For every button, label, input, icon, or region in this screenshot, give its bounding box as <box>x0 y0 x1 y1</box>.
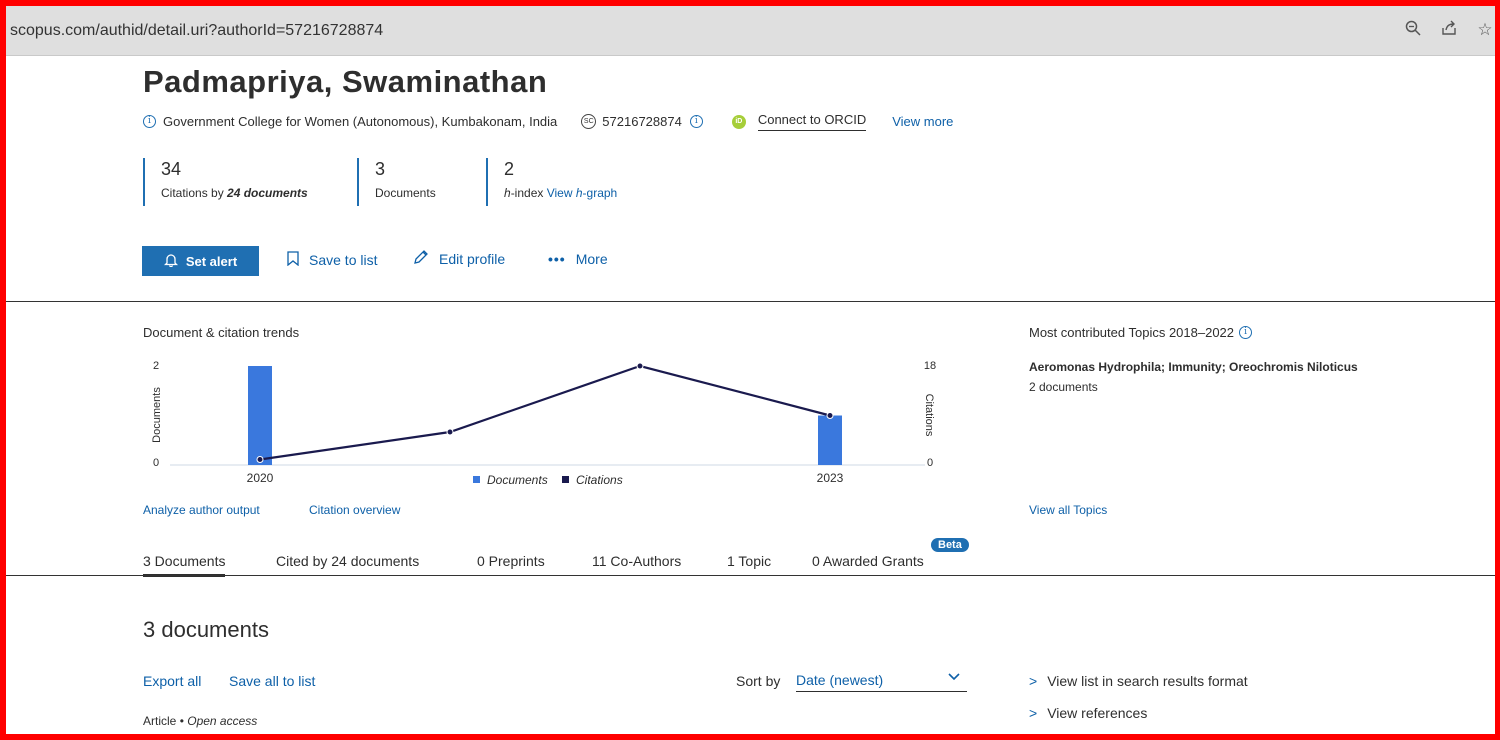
sort-select-value: Date (newest) <box>796 672 884 688</box>
y-axis-label: Documents <box>151 387 163 443</box>
document-type: Article <box>143 714 177 728</box>
metric-documents[interactable]: 3 Documents <box>357 158 436 206</box>
beta-badge: Beta <box>931 538 969 552</box>
metric-citations[interactable]: 34 Citations by 24 documents <box>143 158 308 206</box>
chevron-right-icon: > <box>1029 705 1038 721</box>
info-icon[interactable]: i <box>143 115 156 128</box>
h-index-value: 2 <box>504 159 515 179</box>
citations-point-2020[interactable] <box>256 456 264 463</box>
sort-select[interactable]: Date (newest) <box>796 672 967 692</box>
export-all-link[interactable]: Export all <box>143 673 201 689</box>
citations-point-2022[interactable] <box>636 362 644 370</box>
sort-by-label: Sort by <box>736 673 781 689</box>
tabs-divider <box>6 575 1495 576</box>
legend-citations-swatch <box>562 476 569 483</box>
h-index-label: h-index View h-graph <box>504 186 618 200</box>
citation-overview-link[interactable]: Citation overview <box>309 503 400 517</box>
view-references-label: View references <box>1047 705 1148 721</box>
documents-heading: 3 documents <box>143 617 269 642</box>
trend-chart: 2020 2023 2 0 18 0 Documents Citations Do… <box>151 360 936 487</box>
zoom-icon[interactable] <box>1403 20 1423 41</box>
y2-tick-top: 18 <box>924 360 936 372</box>
address-bar[interactable]: scopus.com/authid/detail.uri?authorId=57… <box>6 6 1495 56</box>
bookmark-icon <box>287 251 299 269</box>
documents-label: Documents <box>375 186 436 200</box>
metric-h-index: 2 h-index View h-graph <box>486 158 617 206</box>
url-text[interactable]: scopus.com/authid/detail.uri?authorId=57… <box>10 22 383 40</box>
divider <box>6 301 1495 302</box>
legend-citations-label: Citations <box>576 473 623 487</box>
edit-profile-button[interactable]: Edit profile <box>413 249 505 268</box>
x-tick-2023: 2023 <box>817 471 844 485</box>
tab-topic[interactable]: 1 Topic <box>727 553 771 569</box>
view-references-link[interactable]: > View references <box>1029 705 1147 721</box>
set-alert-label: Set alert <box>185 253 238 269</box>
open-access-label: Open access <box>187 714 258 728</box>
legend-documents-swatch <box>473 476 480 483</box>
pencil-icon <box>413 249 429 268</box>
y-tick-bottom: 0 <box>153 457 159 469</box>
author-id-info-icon[interactable]: i <box>689 115 703 128</box>
topics-title: Most contributed Topics 2018–2022 i <box>1029 325 1253 340</box>
topic-doc-count: 2 documents <box>1029 380 1098 394</box>
author-name: Padmapriya, Swaminathan <box>143 64 548 99</box>
view-all-topics-link[interactable]: View all Topics <box>1029 503 1107 517</box>
trends-title: Document & citation trends <box>143 325 300 340</box>
documents-count: 3 <box>375 159 386 179</box>
chevron-right-icon: > <box>1029 673 1038 689</box>
affiliation-text[interactable]: Government College for Women (Autonomous… <box>163 114 557 129</box>
documents-bar-2020[interactable] <box>248 366 272 465</box>
y2-tick-bottom: 0 <box>927 457 933 469</box>
analyze-author-output-link[interactable]: Analyze author output <box>143 503 260 517</box>
connect-orcid-link[interactable]: Connect to ORCID <box>757 112 867 131</box>
address-bar-icons: ☆ <box>1403 20 1495 41</box>
set-alert-button[interactable]: Set alert <box>142 246 259 276</box>
save-to-list-button[interactable]: Save to list <box>287 251 377 269</box>
citations-point-2023[interactable] <box>826 412 834 419</box>
edit-profile-label: Edit profile <box>439 250 506 267</box>
topic-name[interactable]: Aeromonas Hydrophila; Immunity; Oreochro… <box>1029 360 1358 374</box>
y2-axis-label: Citations <box>923 394 935 437</box>
view-list-label: View list in search results format <box>1047 673 1248 689</box>
tab-documents[interactable]: 3 Documents <box>143 553 226 577</box>
author-info-row: i Government College for Women (Autonomo… <box>143 112 953 131</box>
legend-documents-label: Documents <box>487 473 548 487</box>
x-tick-2020: 2020 <box>247 471 274 485</box>
star-icon[interactable]: ☆ <box>1475 20 1495 41</box>
citations-label: Citations by 24 documents <box>161 186 308 200</box>
tab-co-authors[interactable]: 11 Co-Authors <box>592 553 681 569</box>
view-list-search-results-link[interactable]: > View list in search results format <box>1029 673 1248 689</box>
chevron-down-icon <box>947 669 961 686</box>
orcid-icon: iD <box>731 114 746 129</box>
view-h-graph-link[interactable]: View h-graph <box>547 186 618 200</box>
tab-awarded-grants[interactable]: 0 Awarded Grants <box>812 553 924 569</box>
topics-info-icon[interactable]: i <box>1239 326 1253 339</box>
tab-cited-by[interactable]: Cited by 24 documents <box>276 553 419 569</box>
document-type-line: Article • Open access <box>143 714 258 728</box>
view-more-link[interactable]: View more <box>892 114 953 129</box>
more-button[interactable]: ••• More <box>548 251 608 267</box>
citations-count: 34 <box>161 159 182 179</box>
author-id-text: 57216728874 <box>602 114 682 129</box>
more-label: More <box>575 251 608 267</box>
save-to-list-label: Save to list <box>309 252 378 268</box>
bell-icon <box>163 253 178 270</box>
y-tick-top: 2 <box>153 360 159 372</box>
share-icon[interactable] <box>1439 20 1459 41</box>
scopus-id-icon: SC <box>581 114 597 129</box>
tab-preprints[interactable]: 0 Preprints <box>477 553 545 569</box>
chart-legend: Documents Citations <box>473 473 623 487</box>
citations-point-2021[interactable] <box>446 428 454 436</box>
ellipsis-icon: ••• <box>548 251 566 267</box>
citations-line <box>259 364 831 461</box>
save-all-to-list-link[interactable]: Save all to list <box>229 673 315 689</box>
documents-bar-2023[interactable] <box>818 415 842 466</box>
